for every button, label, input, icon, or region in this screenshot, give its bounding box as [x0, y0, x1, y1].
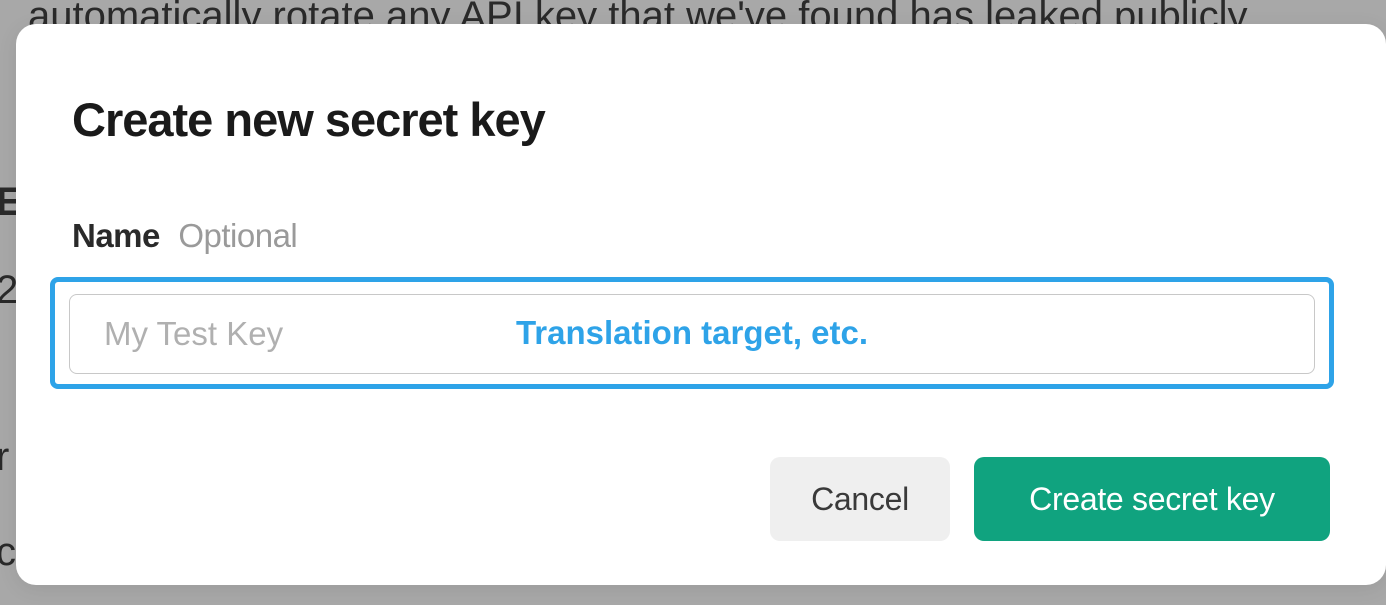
modal-button-row: Cancel Create secret key [72, 457, 1330, 541]
name-input[interactable] [69, 294, 1315, 374]
modal-title: Create new secret key [72, 92, 1330, 147]
name-input-highlight-frame: Translation target, etc. [50, 277, 1334, 389]
name-field-label-row: Name Optional [72, 217, 1330, 255]
name-field-optional-hint: Optional [178, 217, 297, 254]
background-glyph: r [0, 435, 9, 480]
name-field-label: Name [72, 217, 160, 254]
create-secret-key-button[interactable]: Create secret key [974, 457, 1330, 541]
create-secret-key-modal: Create new secret key Name Optional Tran… [16, 24, 1386, 585]
background-glyph: c [0, 530, 16, 575]
cancel-button[interactable]: Cancel [770, 457, 950, 541]
